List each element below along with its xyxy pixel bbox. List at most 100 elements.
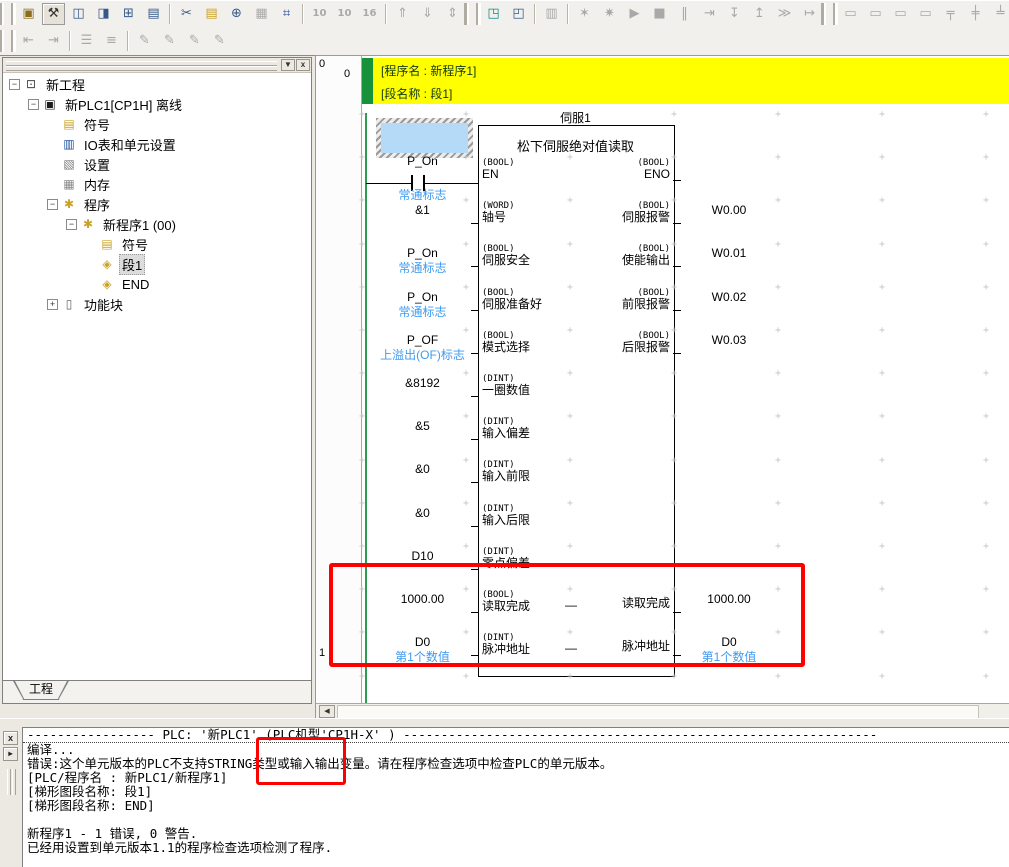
pin-value[interactable]: P_On [367,246,478,260]
compile-output-text[interactable]: ----------------- PLC: '新PLC1' (PLC机型'CP… [22,727,1009,867]
pause-monitor-4-button[interactable]: ▭ [914,3,937,25]
pin-address[interactable]: W0.01 [677,246,781,260]
pause-monitor-3-button[interactable]: ▭ [889,3,912,25]
force-off-button[interactable]: ✷ [598,3,621,25]
expand-box[interactable]: + [47,299,58,310]
pause-button[interactable]: ‖ [673,3,696,25]
fb-input-pin-输入后限: (DINT)输入后限 [482,504,602,526]
binary-grid-button[interactable]: ⌗ [275,3,298,25]
pin-address[interactable]: W0.02 [677,290,781,304]
monitor-toggle-button[interactable]: ▥ [540,3,563,25]
clipboard-button[interactable]: ▦ [250,3,273,25]
tree-item-settings[interactable]: ▧设置 [3,154,311,174]
output-grip[interactable] [12,769,16,795]
indent-increase-button[interactable]: ⇥ [42,30,65,52]
symbol-table-button[interactable]: ▤ [200,3,223,25]
step-run-button[interactable]: ⇥ [698,3,721,25]
verify-button[interactable]: ⇕ [441,3,464,25]
pin-value[interactable]: P_OF [367,333,478,347]
io-table-icon: ▥ [61,137,77,151]
tree-item-program[interactable]: −✱新程序1 (00) [3,214,311,234]
pause-monitor-1-button[interactable]: ▭ [839,3,862,25]
monitor-view-button[interactable]: ◫ [67,3,90,25]
differential-monitor-4-button[interactable]: ✎ [208,30,231,52]
work-online-button[interactable]: ◳ [482,3,505,25]
compile-button[interactable]: ⚒ [42,3,65,25]
run-to-cursor-button[interactable]: ↦ [798,3,821,25]
stop-button[interactable]: ■ [648,3,671,25]
pin-value[interactable]: &0 [367,462,478,476]
tree-item-plc[interactable]: −▣新PLC1[CP1H] 离线 [3,94,311,114]
tree-item-label: 符号 [119,234,151,255]
cross-reference-button[interactable]: ◨ [92,3,115,25]
pin-value[interactable]: P_On [367,290,478,304]
pin-address[interactable]: W0.03 [677,333,781,347]
tree-close-button[interactable]: x [296,59,310,71]
pause-monitor-2-button[interactable]: ▭ [864,3,887,25]
tab-project[interactable]: 工程 [13,681,69,700]
tree-item-symbols[interactable]: ▤符号 [3,114,311,134]
pin-value[interactable]: &0 [367,506,478,520]
address-reference-button[interactable]: ⊕ [225,3,248,25]
properties-button[interactable]: ▤ [142,3,165,25]
step-out-button[interactable]: ↥ [748,3,771,25]
grid-cross: + [879,672,885,682]
step-in-button[interactable]: ↧ [723,3,746,25]
pin-value[interactable]: &1 [367,203,478,217]
toolbar-grip[interactable] [2,30,13,52]
download-button[interactable]: ⇓ [416,3,439,25]
toolbar-grip[interactable] [467,3,478,25]
online-edit-button[interactable]: ◰ [507,3,530,25]
indent-decrease-button[interactable]: ⇤ [17,30,40,52]
contact-symbol-name[interactable]: P_On [367,154,478,168]
grid-cross: + [567,283,573,293]
tree-dropdown-button[interactable]: ▼ [281,59,295,71]
differential-monitor-1-button[interactable]: ✎ [133,30,156,52]
output-grip[interactable] [7,769,11,795]
toolbar-grip[interactable] [824,3,835,25]
monitor-hex-button[interactable]: 16 [358,3,381,25]
pin-value[interactable]: D10 [367,549,478,563]
differential-monitor-2-button[interactable]: ✎ [158,30,181,52]
ladder-cursor[interactable] [376,118,473,158]
tree-item-project[interactable]: −⊡新工程 [3,74,311,94]
collapse-box[interactable]: − [9,79,20,90]
differential-monitor-3-button[interactable]: ✎ [183,30,206,52]
scroll-left-button[interactable]: ◀ [319,705,335,718]
pin-name: 轴号 [482,210,506,224]
output-close-button[interactable]: x [3,731,18,745]
tree-titlebar[interactable]: ▼ x [3,58,311,73]
ladder-contact-button[interactable]: ╤ [939,3,962,25]
collapse-box[interactable]: − [47,199,58,210]
tree-item-function-blocks[interactable]: +▯功能块 [3,294,311,314]
monitor-decimal-button[interactable]: 10 [308,3,331,25]
tree-item-memory[interactable]: ▦内存 [3,174,311,194]
rung-comment-list-button[interactable]: ☰ [75,30,98,52]
tree-item-section-end[interactable]: ◈END [3,274,311,294]
grid-cross: + [775,283,781,293]
tree-item-symbols[interactable]: ▤符号 [3,234,311,254]
ladder-contact-not-button[interactable]: ╪ [964,3,987,25]
upload-button[interactable]: ⇑ [391,3,414,25]
io-window-button[interactable]: ⊞ [117,3,140,25]
pin-value[interactable]: &8192 [367,376,478,390]
pin-address[interactable]: W0.00 [677,203,781,217]
continuous-step-button[interactable]: ≫ [773,3,796,25]
force-on-button[interactable]: ✶ [573,3,596,25]
ladder-coil-button[interactable]: ╧ [989,3,1009,25]
collapse-box[interactable]: − [66,219,77,230]
grid-cross: + [671,240,677,250]
output-expand-button[interactable]: ▸ [3,747,18,761]
monitor-signed-decimal-button[interactable]: 10 [333,3,356,25]
collapse-box[interactable]: − [28,99,39,110]
tree-item-section[interactable]: ◈段1 [3,254,311,274]
pin-value[interactable]: &5 [367,419,478,433]
insert-instruction-button[interactable]: ✂ [175,3,198,25]
tree-item-io-table[interactable]: ▥IO表和单元设置 [3,134,311,154]
rung-annotation-button[interactable]: ≡ [100,30,123,52]
toolbar-grip[interactable] [2,3,13,25]
tree-item-programs[interactable]: −✱程序 [3,194,311,214]
run-button[interactable]: ▶ [623,3,646,25]
view-diagram-button[interactable]: ▣ [17,3,40,25]
grid-cross: + [463,412,469,422]
